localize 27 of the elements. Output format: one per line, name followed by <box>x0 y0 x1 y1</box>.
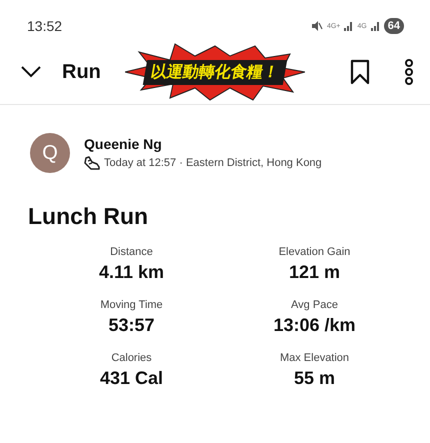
stat-label: Max Elevation <box>280 352 350 364</box>
avatar[interactable]: Q <box>30 133 70 173</box>
activity-title: Lunch Run <box>28 203 150 230</box>
shoe-icon <box>84 156 100 170</box>
stat-label: Moving Time <box>100 299 163 311</box>
stat-label: Avg Pace <box>291 299 338 311</box>
stat-value: 4.11 km <box>98 262 164 283</box>
stat-value: 431 Cal <box>100 368 164 389</box>
stat-label: Elevation Gain <box>278 246 350 258</box>
more-button[interactable] <box>404 58 414 86</box>
activity-meta: Today at 12:57 · Eastern District, Hong Kong <box>104 157 322 169</box>
sticker-caption: 以運動轉化食糧！ <box>142 60 288 84</box>
signal-icon <box>370 22 380 30</box>
mute-icon <box>310 21 323 31</box>
stat-value: 121 m <box>288 262 340 283</box>
signal-icon <box>344 22 354 30</box>
athlete-name[interactable]: Queenie Ng <box>84 136 322 152</box>
stat-label: Distance <box>110 246 153 258</box>
stat-value: 13:06 /km <box>273 315 356 336</box>
status-time: 13:52 <box>27 18 62 34</box>
stat-label: Calories <box>111 352 152 364</box>
stat-value: 53:57 <box>108 315 155 336</box>
page-title: Run <box>62 60 101 84</box>
battery-level: 64 <box>384 18 404 34</box>
collapse-button[interactable] <box>20 65 42 79</box>
bookmark-button[interactable] <box>350 59 370 85</box>
stat-value: 55 m <box>294 368 336 389</box>
